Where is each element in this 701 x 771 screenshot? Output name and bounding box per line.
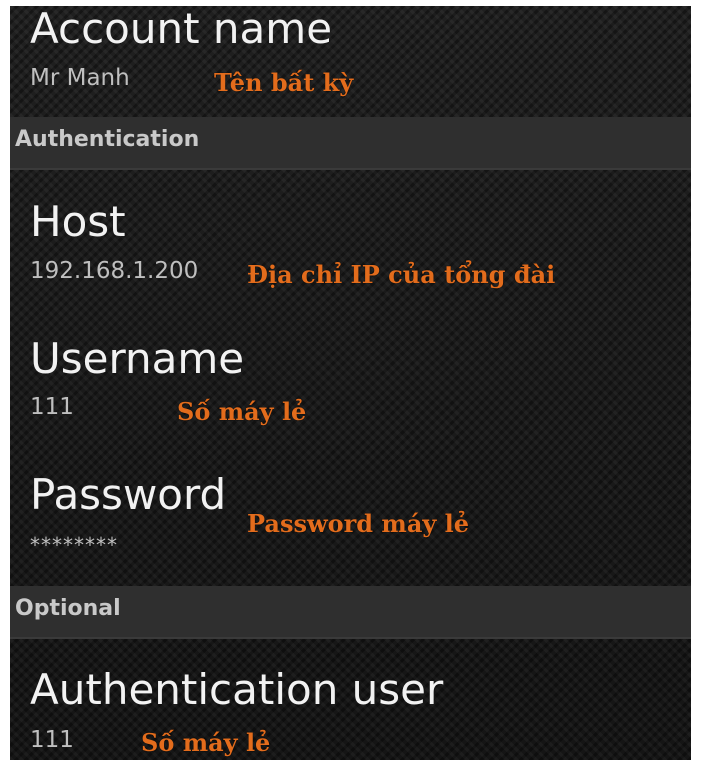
category-label: Optional bbox=[15, 596, 121, 621]
annotation-note: Địa chỉ IP của tổng đài bbox=[247, 260, 556, 289]
category-header-authentication: Authentication bbox=[10, 117, 691, 170]
annotation-note: Tên bất kỳ bbox=[214, 68, 354, 97]
pref-summary: 111 bbox=[30, 394, 74, 420]
pref-title: Username bbox=[30, 334, 245, 383]
annotation-note: Số máy lẻ bbox=[141, 728, 271, 757]
annotation-note: Số máy lẻ bbox=[177, 397, 307, 426]
pref-summary: ******** bbox=[30, 533, 118, 557]
pref-title: Password bbox=[30, 470, 227, 519]
pref-summary: Mr Manh bbox=[30, 65, 130, 91]
pref-username[interactable]: Username 111 Số máy lẻ bbox=[10, 313, 691, 453]
pref-title: Account name bbox=[30, 6, 333, 53]
pref-title: Host bbox=[30, 197, 126, 246]
category-header-optional: Optional bbox=[10, 586, 691, 639]
pref-summary: 111 bbox=[30, 727, 74, 753]
settings-screen: Account name Mr Manh Tên bất kỳ Authenti… bbox=[10, 6, 691, 760]
pref-host[interactable]: Host 192.168.1.200 Địa chỉ IP của tổng đ… bbox=[10, 171, 691, 311]
pref-password[interactable]: Password ******** Password máy lẻ bbox=[10, 456, 691, 586]
annotation-note: Password máy lẻ bbox=[247, 509, 470, 538]
pref-title: Authentication user bbox=[30, 665, 444, 714]
pref-summary: 192.168.1.200 bbox=[30, 258, 199, 284]
pref-authentication-user[interactable]: Authentication user 111 Số máy lẻ bbox=[10, 639, 691, 760]
pref-account-name[interactable]: Account name Mr Manh Tên bất kỳ bbox=[10, 6, 691, 116]
category-label: Authentication bbox=[15, 127, 200, 152]
